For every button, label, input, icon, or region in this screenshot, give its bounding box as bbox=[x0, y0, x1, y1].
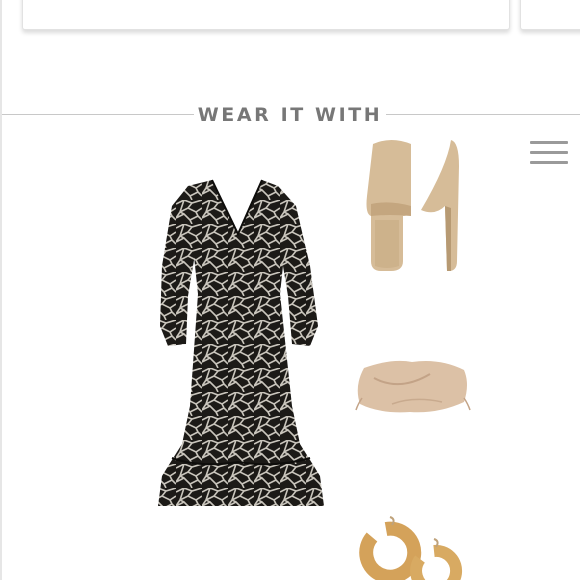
earrings-image[interactable] bbox=[356, 515, 466, 580]
section-title: WEAR IT WITH bbox=[197, 104, 383, 126]
hamburger-menu-icon[interactable] bbox=[528, 140, 570, 166]
divider-right bbox=[386, 114, 580, 115]
page-left-border bbox=[0, 0, 2, 580]
shoes-image[interactable] bbox=[355, 136, 467, 281]
dress-image[interactable] bbox=[150, 176, 330, 536]
top-card-secondary[interactable] bbox=[520, 0, 580, 30]
clutch-image[interactable] bbox=[352, 358, 472, 416]
menu-line bbox=[530, 151, 568, 154]
divider-left bbox=[2, 114, 194, 115]
top-card[interactable] bbox=[22, 0, 510, 30]
wear-it-with-section-header: WEAR IT WITH bbox=[0, 100, 580, 130]
menu-line bbox=[530, 141, 568, 144]
menu-line bbox=[530, 161, 568, 164]
